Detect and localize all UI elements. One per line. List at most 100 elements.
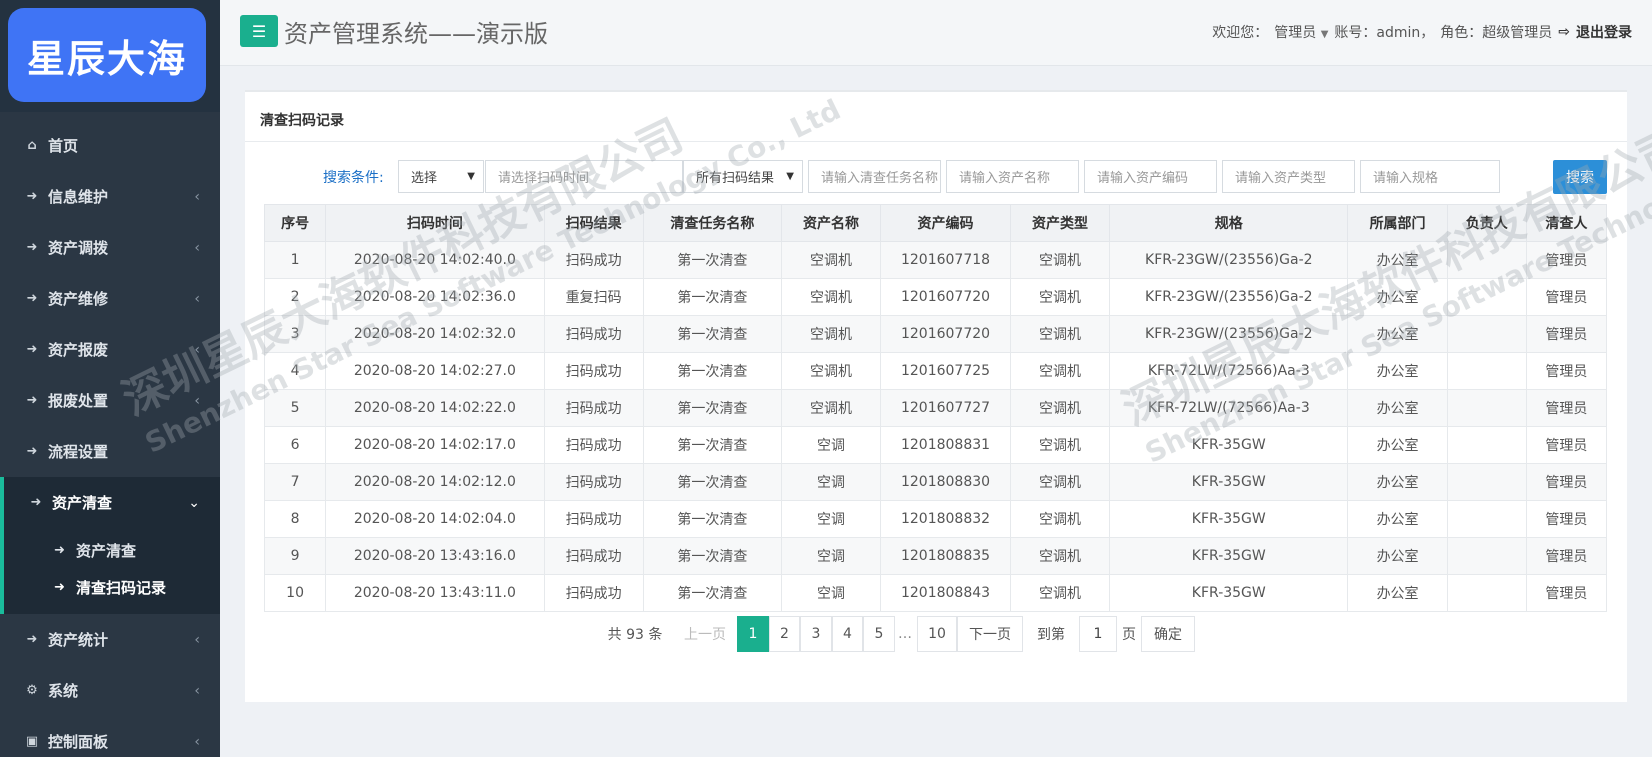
arrow-right-icon: ➜ — [26, 291, 38, 306]
sidebar-item-control-panel[interactable]: ▣ 控制面板 ‹ — [0, 716, 220, 757]
sidebar-item-home[interactable]: ⌂ 首页 — [0, 120, 220, 171]
column-header[interactable]: 清查人 — [1525, 204, 1608, 242]
table-cell: 1201808835 — [880, 537, 1011, 575]
table-cell: 2 — [263, 278, 327, 316]
table-cell: 1201607725 — [880, 352, 1011, 390]
table-cell: 5 — [263, 389, 327, 427]
table-cell: 8 — [263, 500, 327, 538]
table-cell: 第一次清查 — [642, 463, 782, 501]
table-cell: 1201607720 — [880, 315, 1011, 353]
table-row[interactable]: 3 2020-08-20 14:02:32.0 扫码成功 第一次清查 空调机 120160… — [263, 315, 1608, 353]
sidebar-nav: ⌂ 首页 ➜ 信息维护 ‹ ➜ 资产调拨 ‹ ➜ 资产维修 ‹ ➜ 资产报废 ‹… — [0, 120, 220, 757]
task-name-input[interactable]: 请输入清查任务名称 — [808, 160, 941, 193]
column-header[interactable]: 规格 — [1109, 204, 1349, 242]
table-row[interactable]: 5 2020-08-20 14:02:22.0 扫码成功 第一次清查 空调机 120160… — [263, 389, 1608, 427]
table-cell: 1201808832 — [880, 500, 1011, 538]
sidebar-item-label: 资产清查 — [52, 494, 113, 512]
scan-result-select[interactable]: 所有扫码结果 ▼ — [683, 160, 803, 193]
top-header: ☰ 资产管理系统——演示版 欢迎您： 管理员 ▼ 账号：admin， 角色：超级… — [220, 0, 1652, 66]
table-header-row: 序号 扫码时间 扫码结果 清查任务名称 资产名称 资产编码 资产类型 规格 所属… — [263, 204, 1608, 242]
column-header[interactable]: 清查任务名称 — [642, 204, 782, 242]
table-row[interactable]: 9 2020-08-20 13:43:16.0 扫码成功 第一次清查 空调 1201808… — [263, 537, 1608, 575]
column-header[interactable]: 负责人 — [1446, 204, 1527, 242]
table-cell: 第一次清查 — [642, 574, 782, 612]
table-row[interactable]: 1 2020-08-20 14:02:40.0 扫码成功 第一次清查 空调机 120160… — [263, 241, 1608, 279]
sidebar-item-statistics[interactable]: ➜ 资产统计 ‹ — [0, 614, 220, 665]
confirm-goto-button[interactable]: 确定 — [1141, 616, 1195, 652]
table-cell: 管理员 — [1525, 500, 1608, 538]
page-button[interactable]: 4 — [832, 616, 863, 652]
table-cell: 扫码成功 — [543, 315, 644, 353]
table-row[interactable]: 7 2020-08-20 14:02:12.0 扫码成功 第一次清查 空调 1201808… — [263, 463, 1608, 501]
table-row[interactable]: 10 2020-08-20 13:43:11.0 扫码成功 第一次清查 空调 120180… — [263, 574, 1608, 612]
asset-name-input[interactable]: 请输入资产名称 — [946, 160, 1079, 193]
sidebar-subitem-scan-records[interactable]: ➜ 清查扫码记录 — [4, 569, 220, 606]
column-header[interactable]: 资产编码 — [880, 204, 1011, 242]
table-cell — [1446, 500, 1527, 538]
chevron-left-icon: ‹ — [194, 341, 200, 358]
page-button[interactable]: 3 — [800, 616, 832, 652]
search-button[interactable]: 搜索 — [1553, 160, 1607, 194]
column-header[interactable]: 扫码结果 — [543, 204, 644, 242]
table-cell: 空调机 — [1009, 537, 1111, 575]
scan-time-input[interactable]: 请选择扫码时间 — [485, 160, 683, 193]
goto-page-input[interactable]: 1 — [1079, 616, 1117, 652]
arrow-right-icon: ➜ — [26, 632, 38, 647]
table-row[interactable]: 6 2020-08-20 14:02:17.0 扫码成功 第一次清查 空调 1201808… — [263, 426, 1608, 464]
arrow-right-icon: ➜ — [54, 543, 65, 558]
table-cell: 2020-08-20 14:02:22.0 — [325, 389, 545, 427]
asset-code-input[interactable]: 请输入资产编码 — [1084, 160, 1217, 193]
user-dropdown[interactable]: 管理员 ▼ — [1274, 22, 1328, 42]
column-header[interactable]: 资产名称 — [780, 204, 882, 242]
column-header[interactable]: 所属部门 — [1347, 204, 1448, 242]
table-cell: 7 — [263, 463, 327, 501]
logout-button[interactable]: ⇨ 退出登录 — [1558, 22, 1632, 42]
chevron-left-icon: ‹ — [194, 290, 200, 307]
table-row[interactable]: 2 2020-08-20 14:02:36.0 重复扫码 第一次清查 空调机 120160… — [263, 278, 1608, 316]
table-cell — [1446, 426, 1527, 464]
page-button-current[interactable]: 1 — [737, 616, 769, 652]
arrow-right-icon: ➜ — [54, 580, 65, 595]
page-button[interactable]: 5 — [863, 616, 895, 652]
prev-page-button[interactable]: 上一页 — [675, 616, 735, 652]
page-button[interactable]: 2 — [769, 616, 800, 652]
column-header[interactable]: 序号 — [263, 204, 327, 242]
column-header[interactable]: 资产类型 — [1009, 204, 1111, 242]
table-cell: 4 — [263, 352, 327, 390]
search-label: 搜索条件: — [323, 170, 384, 186]
sidebar-item-info[interactable]: ➜ 信息维护 ‹ — [0, 171, 220, 222]
next-page-button[interactable]: 下一页 — [957, 616, 1023, 652]
sidebar-item-repair[interactable]: ➜ 资产维修 ‹ — [0, 273, 220, 324]
search-bar: 搜索条件: 选择 ▼ 请选择扫码时间 所有扫码结果 ▼ 请输入清查任务名称 请输… — [245, 158, 1627, 194]
menu-toggle-button[interactable]: ☰ — [240, 15, 278, 47]
asset-type-input[interactable]: 请输入资产类型 — [1222, 160, 1355, 193]
table-cell: 第一次清查 — [642, 278, 782, 316]
gear-icon: ⚙ — [26, 683, 38, 698]
table-row[interactable]: 4 2020-08-20 14:02:27.0 扫码成功 第一次清查 空调机 120160… — [263, 352, 1608, 390]
table-cell: 办公室 — [1347, 278, 1448, 316]
sidebar-item-workflow[interactable]: ➜ 流程设置 — [0, 426, 220, 477]
table-row[interactable]: 8 2020-08-20 14:02:04.0 扫码成功 第一次清查 空调 1201808… — [263, 500, 1608, 538]
table-cell: 管理员 — [1525, 278, 1608, 316]
chevron-left-icon: ‹ — [194, 239, 200, 256]
table-cell: 空调机 — [1009, 500, 1111, 538]
arrow-right-icon: ➜ — [26, 444, 38, 459]
table-cell: 扫码成功 — [543, 537, 644, 575]
column-header[interactable]: 扫码时间 — [325, 204, 545, 242]
page-button-last[interactable]: 10 — [917, 616, 957, 652]
table-cell: 空调机 — [1009, 389, 1111, 427]
chevron-left-icon: ‹ — [194, 631, 200, 648]
sidebar-item-label: 资产维修 — [48, 290, 109, 308]
sidebar-subitem-inventory[interactable]: ➜ 资产清查 — [4, 532, 220, 569]
sidebar-item-label: 报废处置 — [48, 392, 109, 410]
table-cell: 办公室 — [1347, 389, 1448, 427]
condition-select[interactable]: 选择 ▼ — [398, 160, 484, 193]
sidebar-item-system[interactable]: ⚙ 系统 ‹ — [0, 665, 220, 716]
spec-input[interactable]: 请输入规格 — [1360, 160, 1500, 193]
table-cell: 管理员 — [1525, 352, 1608, 390]
sidebar-item-scrap[interactable]: ➜ 资产报废 ‹ — [0, 324, 220, 375]
sidebar-item-transfer[interactable]: ➜ 资产调拨 ‹ — [0, 222, 220, 273]
table-cell: 6 — [263, 426, 327, 464]
sidebar-item-inventory[interactable]: ➜ 资产清查 ⌄ — [0, 477, 220, 528]
sidebar-item-disposal[interactable]: ➜ 报废处置 ‹ — [0, 375, 220, 426]
